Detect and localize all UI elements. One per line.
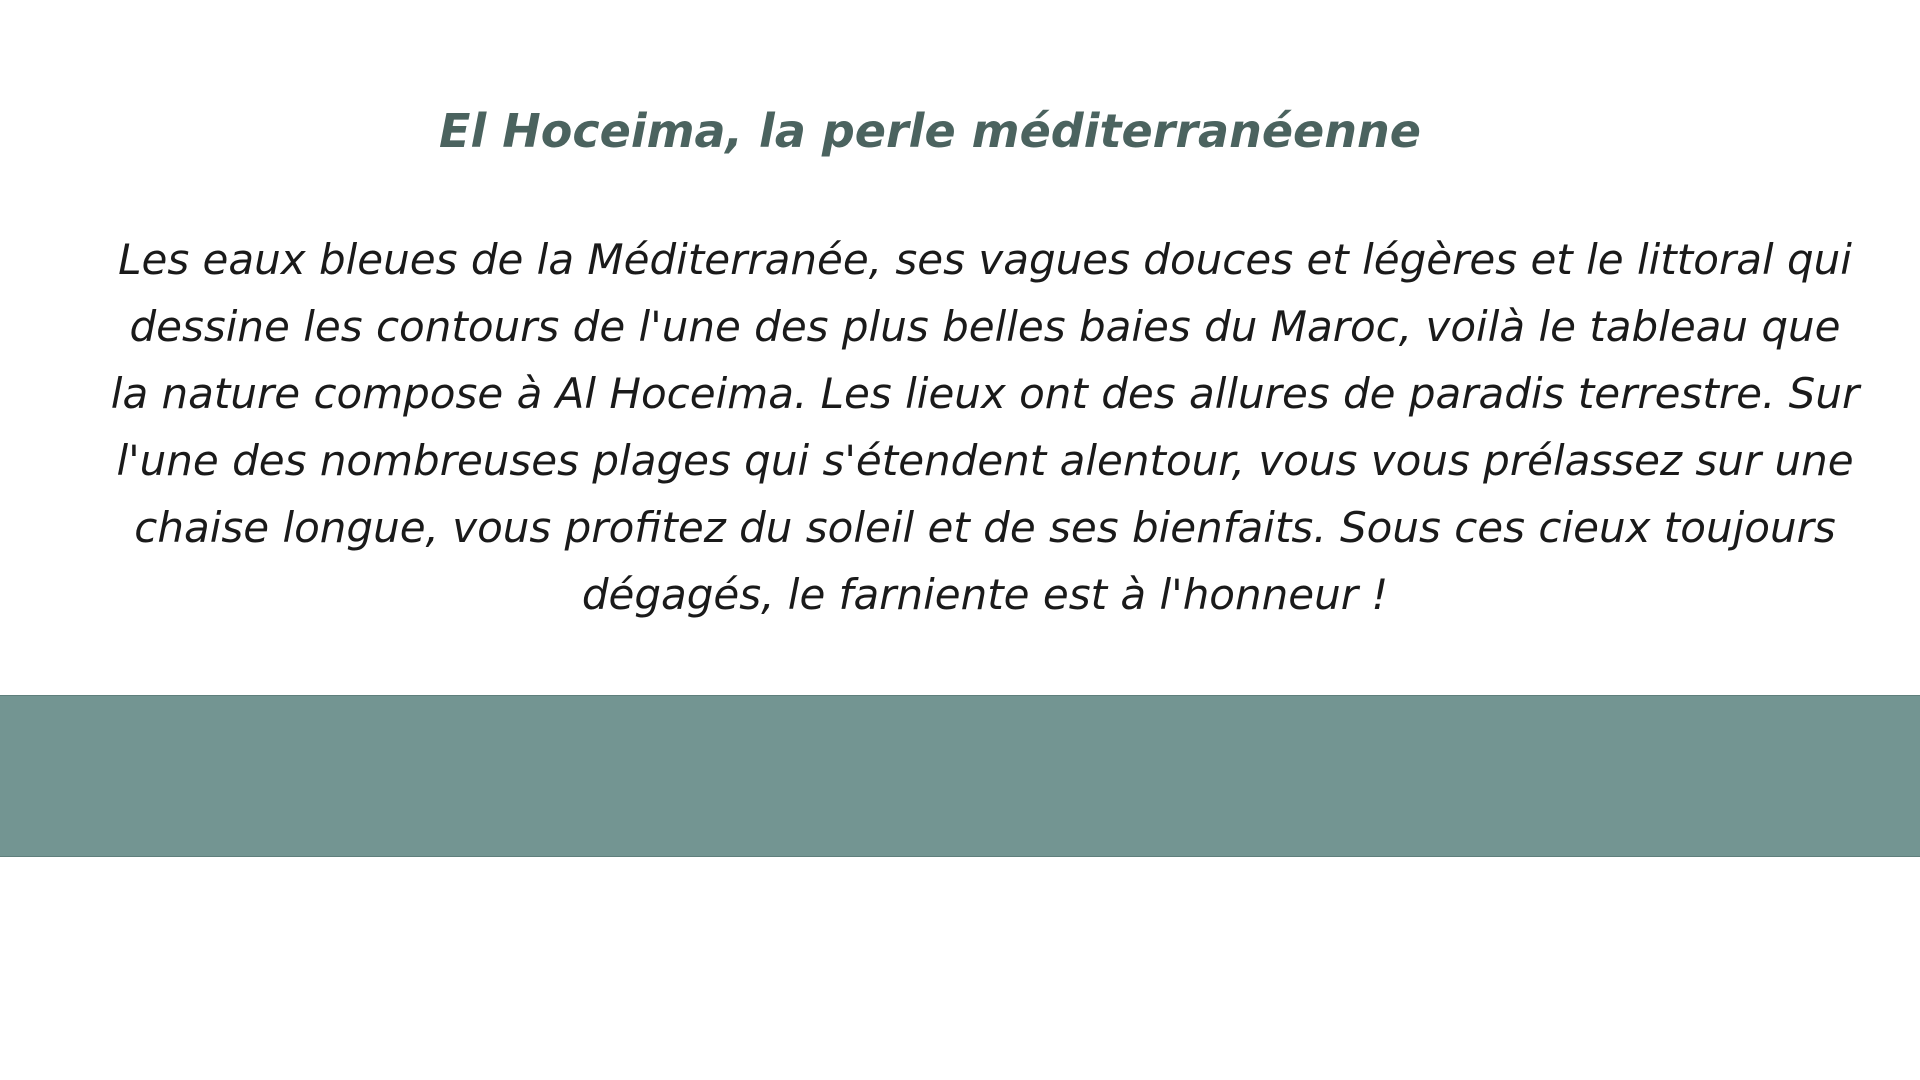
slide-title: El Hoceima, la perle méditerranéenne — [439, 104, 1421, 158]
footer-band — [0, 695, 1920, 857]
slide: El Hoceima, la perle méditerranéenne Les… — [0, 0, 1920, 1080]
slide-body-text: Les eaux bleues de la Méditerranée, ses … — [110, 235, 1860, 619]
